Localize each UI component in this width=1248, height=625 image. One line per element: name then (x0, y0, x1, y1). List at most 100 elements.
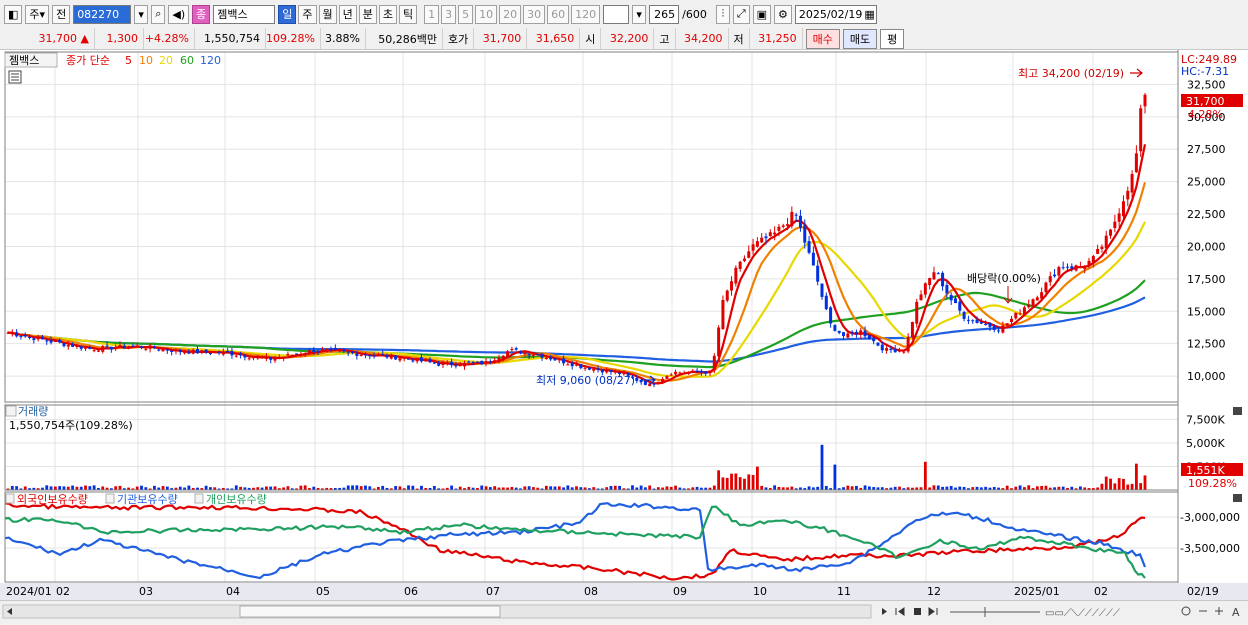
interval-tab-20[interactable]: 20 (499, 4, 522, 24)
candle-body (742, 258, 746, 261)
font-size-icon[interactable]: A (1232, 606, 1240, 619)
period-tab-월[interactable]: 월 (318, 4, 337, 24)
scroll-thumb[interactable] (239, 605, 501, 618)
stock-name-field[interactable]: 젬백스 (213, 4, 276, 24)
candle-body (183, 352, 187, 354)
interval-tab-60[interactable]: 60 (547, 4, 570, 24)
candle-body (338, 350, 342, 352)
candle-body (816, 265, 820, 282)
volume-bar (1014, 486, 1018, 490)
candle-body (1057, 267, 1061, 276)
candle-body (1040, 292, 1044, 299)
candle-body (471, 361, 475, 363)
candle-body (1018, 313, 1022, 315)
candle-body (109, 346, 113, 350)
period-tab-주[interactable]: 주 (298, 4, 317, 24)
chart-area[interactable]: 2024/01 02 03 04 05 06 07 08 09 10 11 12 2025/01 02 02… (0, 50, 1248, 600)
quote-amount: 50,286백만 (366, 28, 443, 49)
scroll-right-icon[interactable] (882, 608, 887, 615)
rewind-icon[interactable] (895, 607, 905, 616)
candle-body (954, 298, 957, 304)
holding-panel-close-icon[interactable] (1233, 494, 1242, 502)
candle-body (131, 345, 135, 347)
candle-body (902, 351, 906, 353)
forward-icon[interactable] (928, 607, 938, 616)
candle-type-icon[interactable]: ⫶ (715, 4, 730, 24)
volume-bar (234, 485, 238, 490)
stock-code-input[interactable]: 082270 (73, 4, 132, 24)
save-icon[interactable]: ▣ (752, 4, 772, 24)
period-tab-초[interactable]: 초 (378, 4, 397, 24)
candle-body (467, 361, 471, 363)
volume-bar (187, 485, 191, 490)
stop-icon[interactable] (914, 608, 921, 615)
prev-button[interactable]: 전 (52, 4, 71, 24)
window-icon[interactable]: ◧ (4, 4, 23, 24)
dividend-annotation: 배당락(0.00%) (967, 272, 1041, 285)
avg-button[interactable]: 평 (880, 28, 905, 49)
search-icon[interactable]: ⌕ (151, 4, 166, 24)
draw-tool-icon[interactable]: ⤢ (732, 4, 750, 24)
type-select[interactable]: 주 ▾ (25, 4, 50, 24)
zoom-icon[interactable] (1181, 606, 1191, 616)
candle-body (148, 345, 152, 349)
speaker-icon[interactable]: ◀) (168, 4, 190, 24)
interval-dropdown-icon[interactable]: ▾ (632, 4, 647, 24)
interval-tabs: 1 3 5 10 20 30 60 120 (424, 4, 601, 24)
volume-bar (631, 485, 634, 490)
candle-body (876, 342, 880, 346)
sell-button[interactable]: 매도 (842, 28, 878, 49)
holding-tick-label: -3,000,000 (1180, 511, 1240, 524)
candle-body (368, 354, 372, 357)
code-dropdown-icon[interactable]: ▾ (134, 4, 149, 24)
volume-bar (575, 486, 578, 490)
volume-bar (10, 485, 14, 490)
candle-body (859, 330, 863, 335)
candle-body (174, 349, 178, 352)
count-input[interactable]: 265 (649, 4, 680, 24)
interval-tab-5[interactable]: 5 (458, 4, 474, 24)
volume-bar (743, 478, 746, 490)
interval-tab-120[interactable]: 120 (571, 4, 601, 24)
candle-body (704, 371, 708, 374)
period-tab-일[interactable]: 일 (278, 4, 297, 24)
legend-stock-name: 젬백스 (9, 54, 39, 67)
period-tab-틱[interactable]: 틱 (399, 4, 418, 24)
date-input[interactable]: 2025/02/19 ▦ (794, 4, 877, 24)
calendar-icon[interactable]: ▦ (864, 8, 874, 21)
candle-body (579, 363, 583, 369)
candle-body (419, 357, 423, 362)
period-tab-년[interactable]: 년 (338, 4, 357, 24)
candle-body (6, 332, 10, 334)
interval-tab-3[interactable]: 3 (441, 4, 457, 24)
high-annotation: 최고 34,200 (02/19) (1018, 67, 1124, 80)
interval-tab-1[interactable]: 1 (424, 4, 440, 24)
interval-tab-10[interactable]: 10 (475, 4, 498, 24)
candle-body (221, 351, 225, 355)
candle-body (880, 344, 884, 351)
zoom-slider[interactable] (950, 607, 1040, 617)
candle-body (988, 322, 992, 327)
volume-panel-close-icon[interactable] (1233, 407, 1242, 415)
legend-ma-60: 60 (180, 54, 194, 67)
candle-body (760, 237, 764, 243)
interval-tab-30[interactable]: 30 (523, 4, 546, 24)
stock-chart[interactable]: 2024/01 02 03 04 05 06 07 08 09 10 11 12 2025/01 02 02… (0, 50, 1248, 600)
volume-bar (523, 486, 527, 490)
candle-body (1001, 325, 1005, 333)
count-max: /600 (682, 7, 707, 21)
legend-ma-20: 20 (159, 54, 173, 67)
candle-body (915, 301, 919, 324)
candle-body (768, 232, 772, 237)
period-tab-분[interactable]: 분 (358, 4, 377, 24)
interval-input[interactable] (603, 4, 630, 24)
candle-body (10, 333, 14, 335)
gear-icon[interactable]: ⚙ (774, 4, 792, 24)
candle-body (346, 352, 350, 354)
plus-icon[interactable] (1215, 607, 1223, 615)
tool-icons[interactable]: ▭▭⟋⟍⟋⟋⟋⟋⟋⟋ (1045, 608, 1120, 619)
volume-bar (346, 485, 350, 490)
candle-body (247, 358, 251, 360)
buy-button[interactable]: 매수 (805, 28, 840, 49)
candle-body (992, 325, 996, 330)
